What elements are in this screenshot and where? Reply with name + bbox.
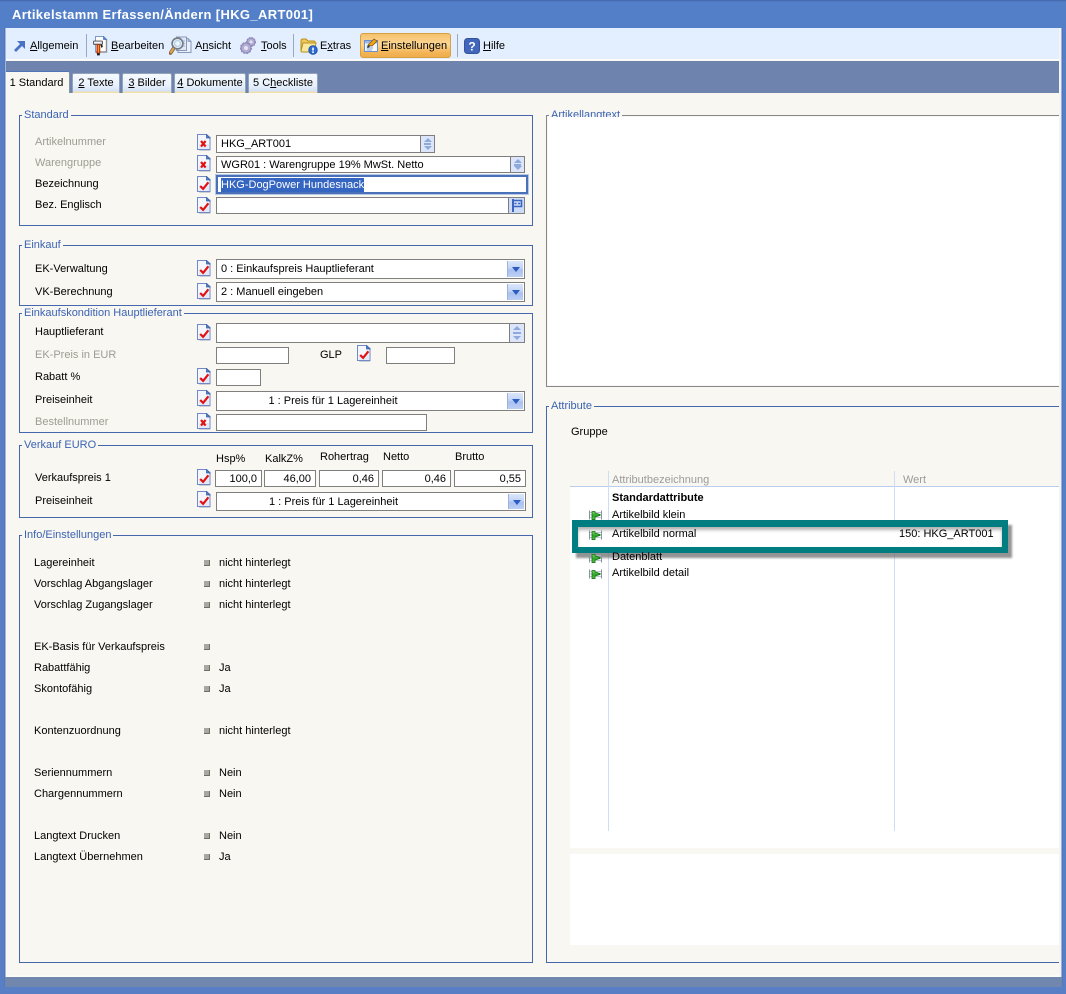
svg-text:?: ? xyxy=(468,40,475,54)
